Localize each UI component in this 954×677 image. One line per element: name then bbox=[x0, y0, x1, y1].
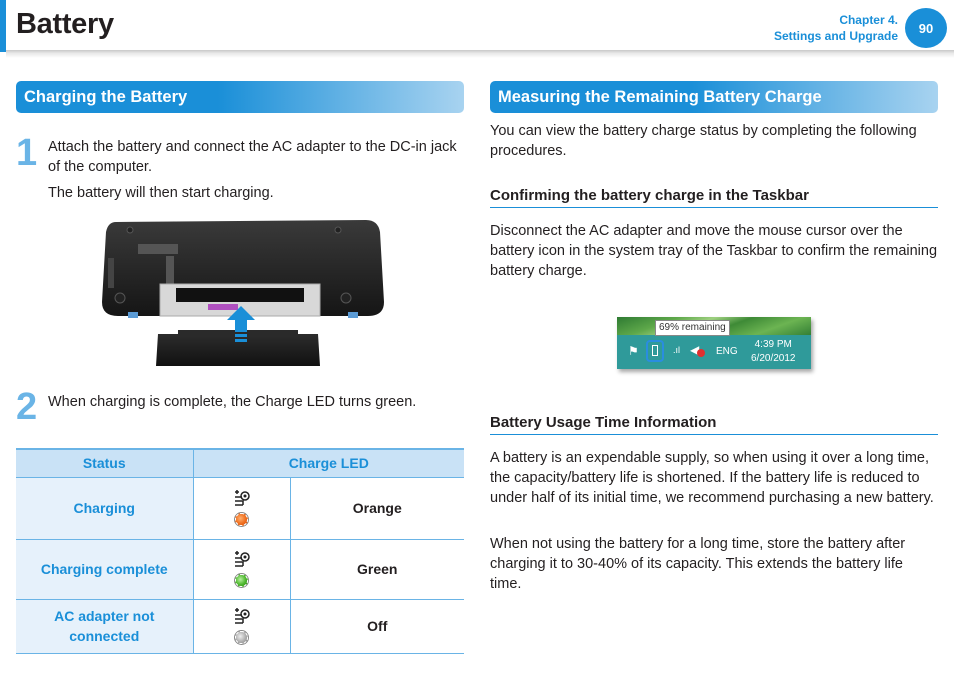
table-row: Charging complete Green bbox=[16, 539, 464, 600]
side-vent bbox=[108, 258, 114, 288]
mute-icon bbox=[697, 349, 705, 357]
table-row: AC adapter not connected Off bbox=[16, 599, 464, 654]
network-signal-icon: .ıl bbox=[673, 345, 681, 355]
step-number-1: 1 bbox=[16, 132, 38, 174]
battery-pack bbox=[156, 334, 320, 366]
charge-led-table: Status Charge LED Charging Orange Chargi… bbox=[16, 448, 464, 654]
status-cell: Charging complete bbox=[16, 539, 194, 600]
header-divider bbox=[6, 50, 954, 58]
vent bbox=[166, 256, 174, 284]
taskbar-instructions: Disconnect the AC adapter and move the m… bbox=[490, 223, 938, 279]
chapter-title: Settings and Upgrade bbox=[773, 29, 898, 43]
chapter-number: Chapter 4. bbox=[839, 13, 898, 27]
clock-time: 4:39 PM bbox=[754, 339, 792, 350]
status-cell: AC adapter not connected bbox=[16, 599, 194, 654]
subheading-usage-time: Battery Usage Time Information bbox=[490, 414, 938, 435]
green-led-icon bbox=[235, 574, 248, 587]
orange-led-icon bbox=[235, 513, 248, 526]
charge-led-icon bbox=[234, 551, 250, 567]
action-center-flag-icon: ⚑ bbox=[628, 344, 639, 358]
page-number-badge: 90 bbox=[905, 8, 947, 48]
table-header-status: Status bbox=[16, 448, 194, 478]
led-color-cell: Orange bbox=[290, 477, 464, 540]
header-accent-bar bbox=[0, 0, 6, 52]
chapter-label: Chapter 4. Settings and Upgrade bbox=[774, 12, 898, 44]
battery-tooltip: 69% remaining bbox=[655, 320, 730, 336]
led-color-cell: Off bbox=[290, 599, 464, 654]
page-header: Battery Chapter 4. Settings and Upgrade … bbox=[0, 0, 954, 58]
section-title-measuring: Measuring the Remaining Battery Charge bbox=[490, 81, 938, 113]
step-number-2: 2 bbox=[16, 386, 38, 428]
subheading-taskbar: Confirming the battery charge in the Tas… bbox=[490, 187, 938, 208]
step-1-subtext: The battery will then start charging. bbox=[48, 185, 274, 201]
section-title-charging: Charging the Battery bbox=[16, 81, 464, 113]
status-cell: Charging bbox=[16, 477, 194, 540]
battery-icon[interactable] bbox=[652, 345, 658, 356]
intro-text: You can view the battery charge status b… bbox=[490, 123, 917, 159]
table-row: Charging Orange bbox=[16, 477, 464, 540]
step-2-text: When charging is complete, the Charge LE… bbox=[48, 394, 417, 410]
laptop-battery-illustration bbox=[98, 216, 394, 372]
clock: 4:39 PM 6/20/2012 bbox=[751, 338, 796, 366]
clock-date: 6/20/2012 bbox=[751, 353, 796, 364]
usage-paragraph-2: When not using the battery for a long ti… bbox=[490, 536, 906, 592]
step-1-text: Attach the battery and connect the AC ad… bbox=[48, 139, 457, 175]
led-color-cell: Green bbox=[290, 539, 464, 600]
language-indicator: ENG bbox=[716, 346, 738, 357]
usage-paragraph-1: A battery is an expendable supply, so wh… bbox=[490, 450, 934, 506]
charge-led-icon bbox=[234, 490, 250, 506]
table-header-charge-led: Charge LED bbox=[193, 448, 464, 478]
page-title: Battery bbox=[16, 8, 114, 40]
taskbar-screenshot: 69% remaining ⚑ .ıl ◀ ENG 4:39 PM 6/20/2… bbox=[617, 317, 811, 369]
charge-led-icon bbox=[234, 608, 250, 624]
vent bbox=[138, 244, 178, 254]
off-led-icon bbox=[235, 631, 248, 644]
